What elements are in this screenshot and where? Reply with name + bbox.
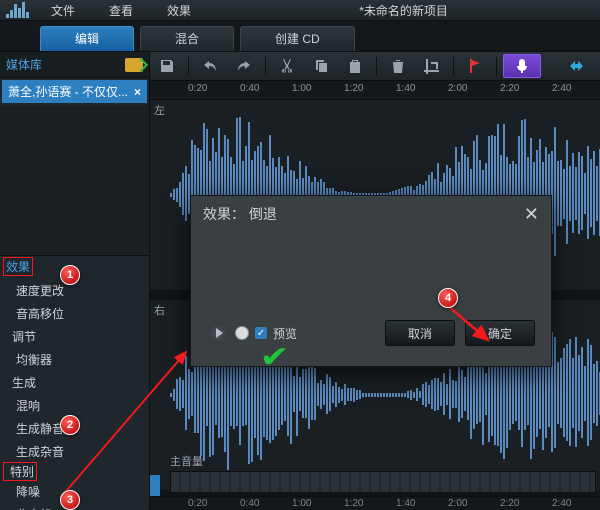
media-library-header: 媒体库: [0, 52, 149, 78]
record-mic-icon[interactable]: [503, 54, 541, 78]
marker-flag-icon[interactable]: [460, 54, 490, 78]
close-icon[interactable]: ✕: [524, 204, 539, 225]
preview-play-icon[interactable]: [207, 322, 229, 344]
menu-bar: 文件 查看 效果: [35, 0, 207, 21]
mode-tabs: 编辑 混合 创建 CD: [0, 21, 600, 52]
scrub-icon[interactable]: [564, 55, 594, 77]
fx-cat-adjust[interactable]: 调节: [0, 325, 149, 348]
copy-icon[interactable]: [306, 54, 336, 78]
close-icon[interactable]: ×: [134, 85, 141, 99]
preview-label: 预览: [273, 325, 297, 342]
toolbar: [150, 52, 600, 81]
save-icon[interactable]: [152, 54, 182, 78]
media-library-title: 媒体库: [6, 56, 42, 73]
fx-cat-generate[interactable]: 生成: [0, 371, 149, 394]
ok-button[interactable]: 确定: [465, 320, 535, 346]
channel-right-label: 右: [154, 302, 165, 318]
time-ruler-bottom: 0:200:401:001:201:402:002:202:40: [150, 496, 600, 510]
media-item-label: 萧全,孙语赛 - 不仅仅...: [8, 83, 128, 100]
title-bar: 文件 查看 效果 *未命名的新项目: [0, 0, 600, 21]
media-list-area: [0, 105, 149, 255]
annotation-3: 3: [60, 490, 80, 510]
annotation-4: 4: [438, 288, 458, 308]
fx-equalizer[interactable]: 均衡器: [0, 348, 149, 371]
menu-view[interactable]: 查看: [93, 0, 149, 21]
fx-pitch-shift[interactable]: 音高移位: [0, 302, 149, 325]
effects-title: 效果: [4, 258, 32, 275]
master-volume-label: 主音量: [170, 453, 203, 469]
undo-icon[interactable]: [195, 54, 225, 78]
preview-loop-icon[interactable]: [235, 326, 249, 340]
master-volume-track[interactable]: [170, 471, 596, 493]
tab-edit[interactable]: 编辑: [40, 26, 134, 51]
annotation-1: 1: [60, 265, 80, 285]
open-folder-icon[interactable]: [125, 58, 143, 72]
annotation-check-icon: ✔: [259, 340, 289, 375]
crop-icon[interactable]: [417, 54, 447, 78]
redo-icon[interactable]: [229, 54, 259, 78]
tab-mix[interactable]: 混合: [140, 26, 234, 51]
cancel-button[interactable]: 取消: [385, 320, 455, 346]
effects-panel: 效果 速度更改 音高移位 调节 均衡器 生成 混响 生成静音 生成杂音 特别 降…: [0, 255, 149, 510]
time-ruler[interactable]: 0:200:401:001:201:402:002:202:40: [150, 81, 600, 100]
paste-icon[interactable]: [340, 54, 370, 78]
tab-create-cd[interactable]: 创建 CD: [240, 26, 355, 51]
effect-dialog: 效果： 倒退 ✕ ✓ 预览 取消 确定: [190, 195, 552, 367]
menu-file[interactable]: 文件: [35, 0, 91, 21]
preview-checkbox[interactable]: ✓: [255, 327, 267, 339]
annotation-2: 2: [60, 415, 80, 435]
fx-reverb[interactable]: 混响: [0, 394, 149, 417]
fx-cat-special[interactable]: 特别: [4, 463, 36, 480]
project-title: *未命名的新项目: [207, 2, 600, 19]
dialog-title: 效果： 倒退: [203, 204, 277, 224]
channel-left-label: 左: [154, 102, 165, 118]
app-logo: [0, 2, 35, 18]
delete-icon[interactable]: [383, 54, 413, 78]
fx-gen-noise[interactable]: 生成杂音: [0, 440, 149, 463]
menu-effects[interactable]: 效果: [151, 0, 207, 21]
cut-icon[interactable]: [272, 54, 302, 78]
media-item[interactable]: 萧全,孙语赛 - 不仅仅... ×: [2, 80, 147, 103]
